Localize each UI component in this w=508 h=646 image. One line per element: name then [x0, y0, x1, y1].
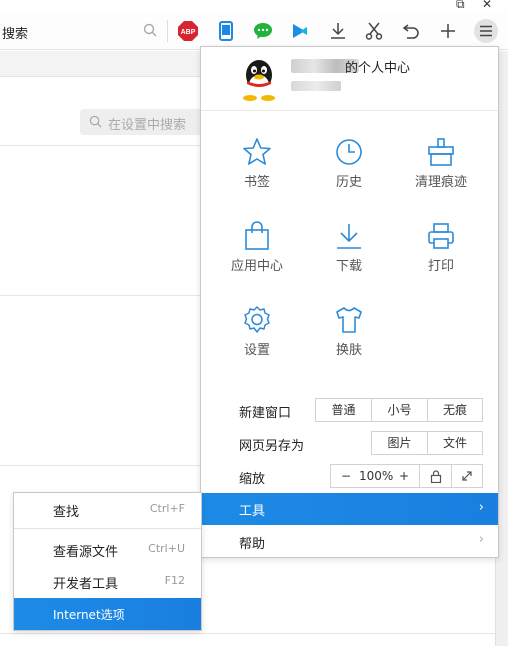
zoom-control: − 100% + [330, 464, 420, 488]
settings-button[interactable]: 设置 [211, 305, 303, 375]
lock-icon [430, 470, 441, 484]
wechat-icon[interactable] [251, 20, 275, 42]
app-center-label: 应用中心 [230, 259, 283, 274]
adblock-icon[interactable]: ABP [176, 20, 200, 42]
save-as-image-button[interactable]: 图片 [371, 431, 428, 455]
star-icon [243, 138, 271, 165]
history-button[interactable]: 历史 [303, 137, 395, 207]
title-strip: ⧉ ✕ [0, 0, 508, 12]
zoom-value: 100% [359, 469, 394, 483]
clock-icon [336, 139, 362, 165]
download-icon[interactable] [326, 20, 350, 42]
settings-search-placeholder: 在设置中搜索 [108, 118, 187, 133]
divider [0, 465, 200, 466]
fullscreen-button[interactable] [451, 464, 483, 488]
undo-icon[interactable] [399, 20, 423, 42]
developer-tools-menu-item[interactable]: 开发者工具 F12 [14, 565, 201, 597]
add-icon[interactable] [436, 20, 460, 42]
view-source-menu-item[interactable]: 查看源文件 Ctrl+U [14, 533, 201, 565]
view-source-label: 查看源文件 [53, 545, 119, 560]
clean-traces-label: 清理痕迹 [414, 175, 467, 190]
menu-icon[interactable] [474, 19, 498, 43]
clean-traces-button[interactable]: 清理痕迹 [395, 137, 487, 207]
chevron-right-icon: › [478, 532, 484, 547]
search-icon[interactable] [143, 23, 157, 41]
clean-icon [428, 138, 454, 166]
download-icon [337, 224, 361, 249]
chevron-right-icon: › [478, 500, 484, 515]
new-window-small-button[interactable]: 小号 [371, 398, 428, 422]
close-icon[interactable]: ✕ [482, 0, 492, 11]
divider [0, 295, 200, 296]
profile-header[interactable]: 的个人中心 [201, 47, 498, 111]
abp-text: ABP [181, 29, 196, 36]
help-label: 帮助 [239, 537, 266, 552]
history-label: 历史 [335, 175, 362, 190]
zoom-lock-button[interactable] [419, 464, 452, 488]
internet-options-label: Internet选项 [53, 608, 125, 622]
bookmarks-label: 书签 [243, 175, 270, 190]
new-window-label: 新建窗口 [239, 406, 292, 421]
new-window-normal-button[interactable]: 普通 [315, 398, 372, 422]
expand-icon [462, 471, 472, 481]
settings-search-input[interactable]: 在设置中搜索 [80, 109, 210, 135]
skin-button[interactable]: 换肤 [303, 305, 395, 375]
tools-menu-item[interactable]: 工具 › [201, 493, 498, 525]
profile-title: 的个人中心 [345, 61, 411, 76]
toolbar-divider [167, 20, 168, 42]
printer-icon [428, 223, 454, 249]
find-shortcut: Ctrl+F [149, 502, 185, 515]
help-menu-item[interactable]: 帮助 › [201, 527, 498, 557]
tools-label: 工具 [239, 504, 266, 519]
new-window-incognito-button[interactable]: 无痕 [427, 398, 483, 422]
find-label: 查找 [53, 505, 80, 520]
developer-tools-shortcut: F12 [164, 574, 185, 587]
tools-submenu: 查找 Ctrl+F 查看源文件 Ctrl+U 开发者工具 F12 Interne… [13, 492, 202, 631]
scissors-icon[interactable] [362, 20, 386, 42]
downloads-button[interactable]: 下载 [303, 221, 395, 291]
bag-icon [245, 221, 269, 250]
settings-label: 设置 [243, 343, 270, 358]
phone-icon[interactable] [214, 20, 238, 42]
print-button[interactable]: 打印 [395, 221, 487, 291]
save-as-file-button[interactable]: 文件 [427, 431, 483, 455]
main-menu: 的个人中心 书签 历史 清理痕迹 应用中心 下载 打印 设置 换肤 新建窗口 普… [200, 46, 499, 558]
zoom-out-button[interactable]: − [341, 465, 351, 487]
submenu-divider [14, 528, 201, 529]
zoom-label: 缩放 [239, 472, 266, 487]
view-source-shortcut: Ctrl+U [148, 542, 185, 555]
shirt-icon [336, 307, 362, 333]
avatar [239, 57, 279, 101]
profile-id-redacted [291, 81, 341, 91]
skin-label: 换肤 [335, 343, 362, 358]
print-label: 打印 [427, 259, 454, 274]
developer-tools-label: 开发者工具 [53, 577, 119, 592]
video-icon[interactable] [288, 20, 312, 42]
restore-icon[interactable]: ⧉ [456, 0, 465, 12]
app-center-button[interactable]: 应用中心 [211, 221, 303, 291]
browser-toolbar: 搜索 ABP [0, 12, 508, 50]
search-icon [89, 115, 102, 132]
search-label[interactable]: 搜索 [2, 23, 28, 42]
divider [0, 633, 495, 634]
bookmarks-button[interactable]: 书签 [211, 137, 303, 207]
find-menu-item[interactable]: 查找 Ctrl+F [14, 493, 201, 525]
downloads-label: 下载 [335, 259, 362, 274]
internet-options-menu-item[interactable]: Internet选项 [14, 598, 201, 630]
gear-icon [244, 306, 270, 333]
save-as-label: 网页另存为 [239, 439, 305, 454]
zoom-in-button[interactable]: + [399, 465, 409, 487]
divider [0, 145, 200, 146]
